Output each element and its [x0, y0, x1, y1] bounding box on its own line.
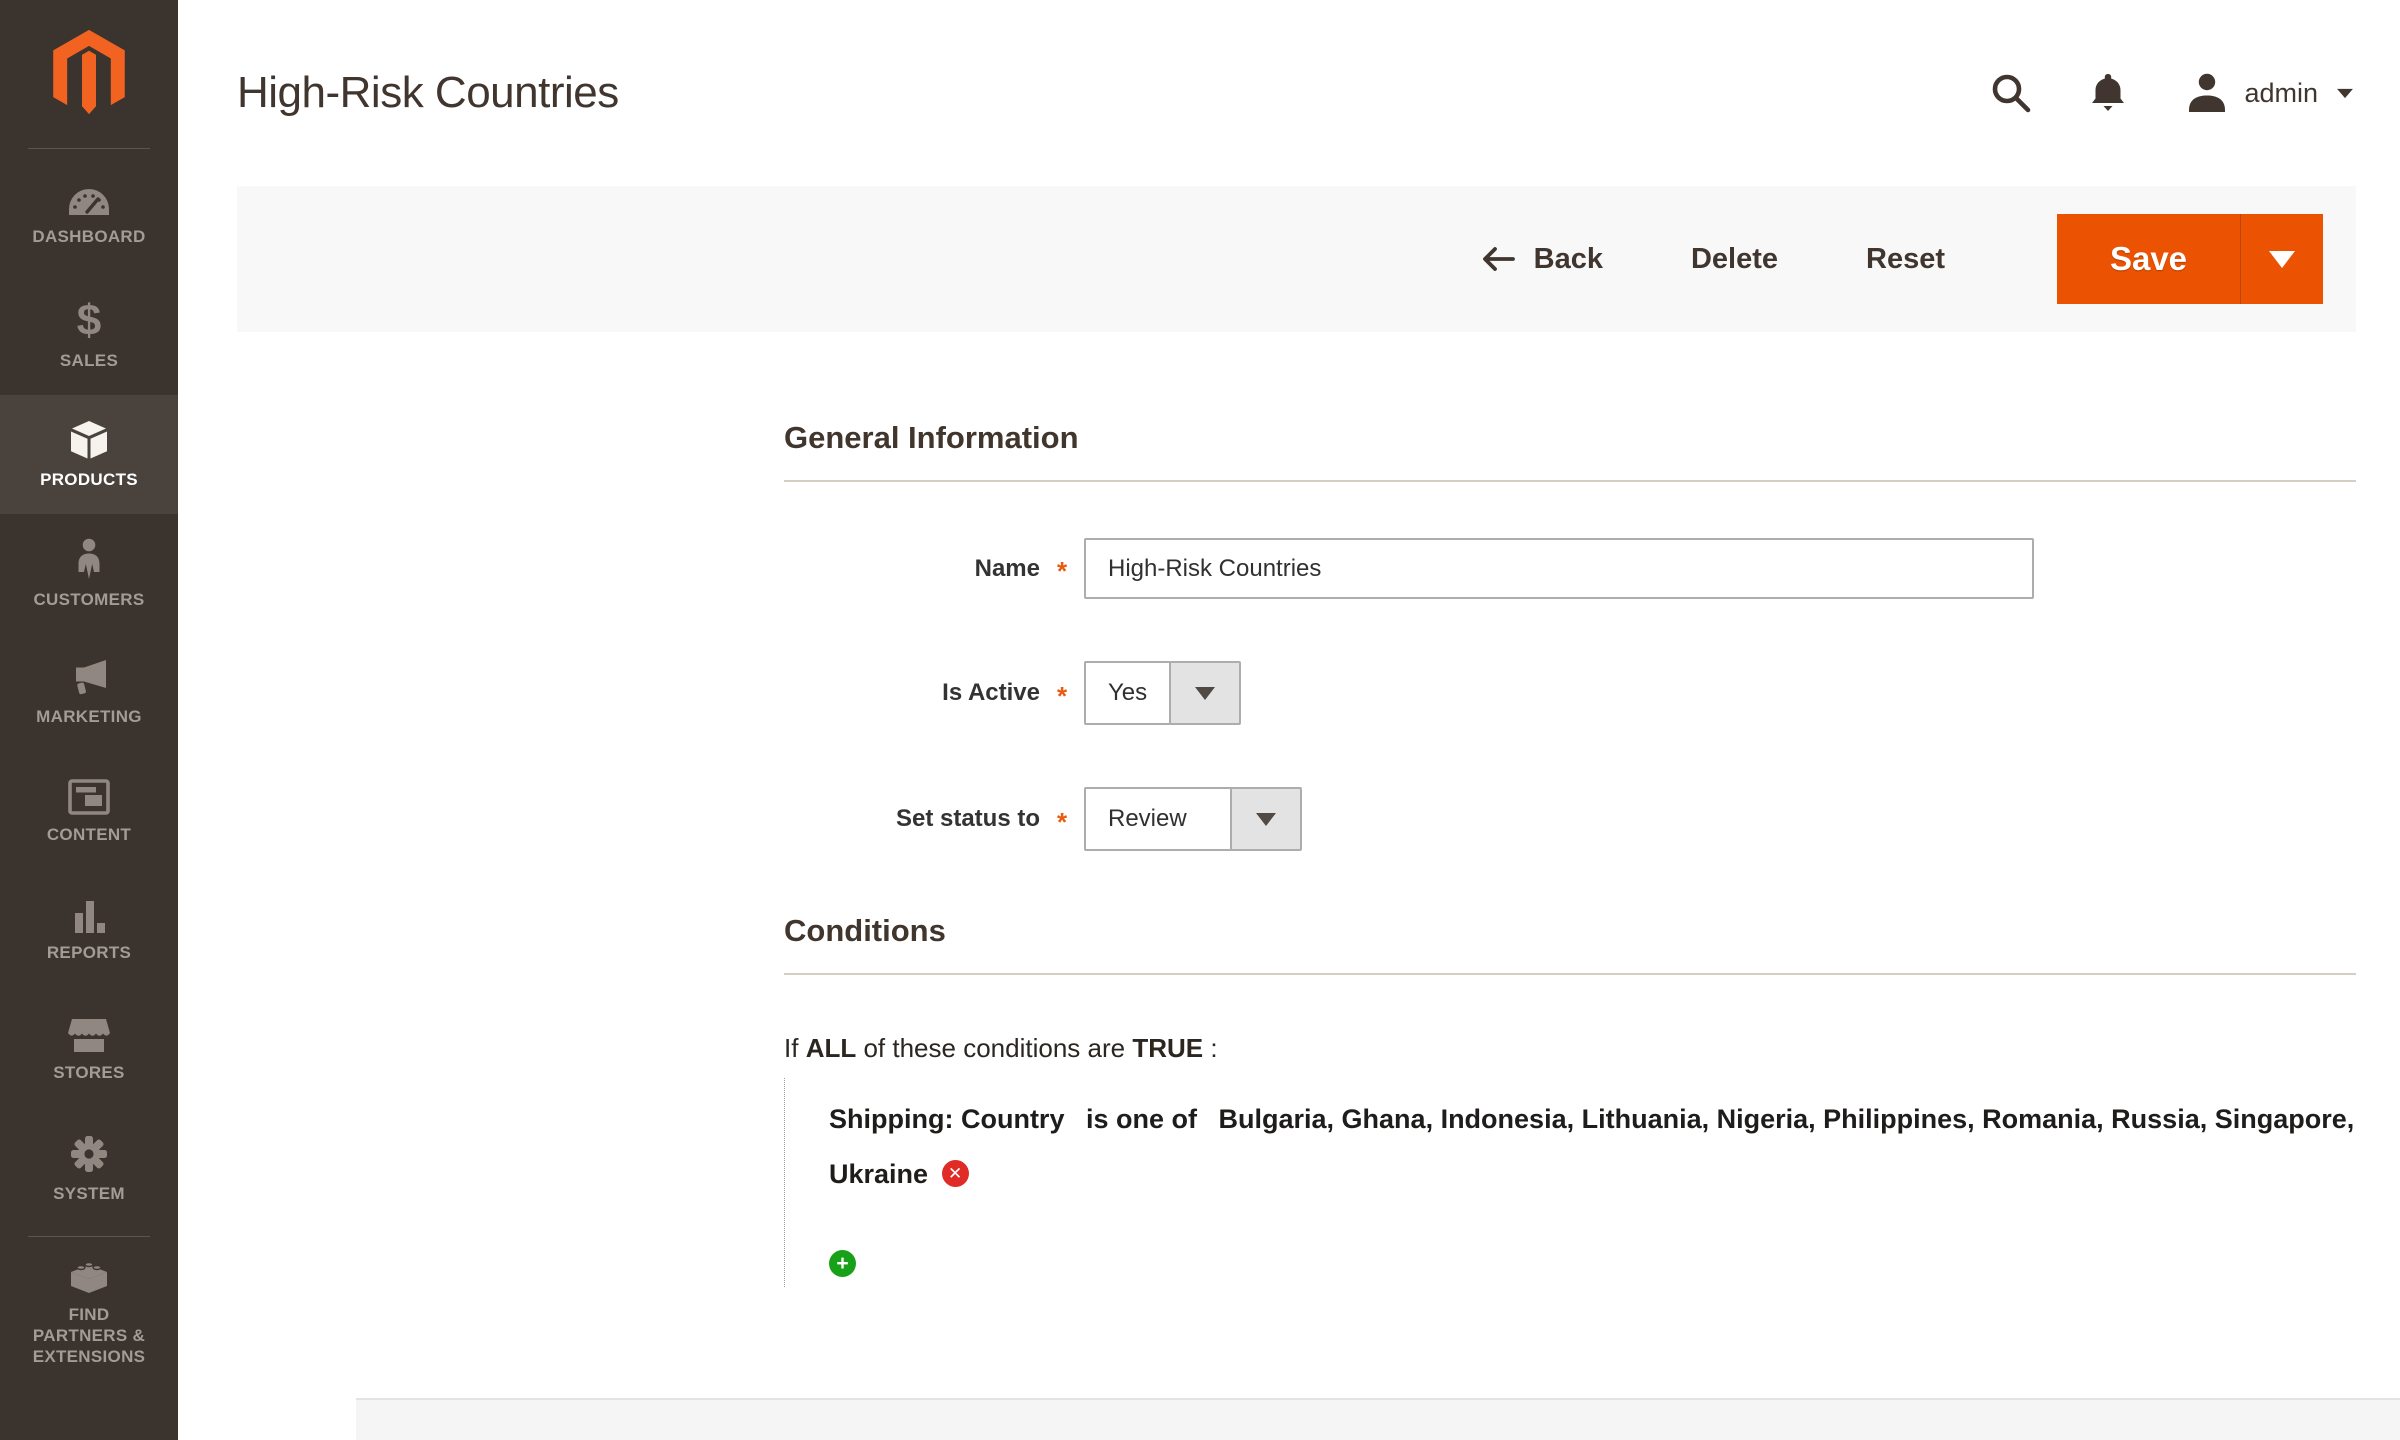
- sidebar-item-customers[interactable]: CUSTOMERS: [0, 514, 178, 633]
- sidebar-item-content[interactable]: CONTENT: [0, 752, 178, 871]
- reset-button[interactable]: Reset: [1866, 243, 1945, 276]
- magento-admin-page: DASHBOARD $ SALES PRODUCTS: [0, 0, 2400, 1440]
- aggregator-true-link[interactable]: TRUE: [1132, 1033, 1203, 1063]
- select-arrow: [1230, 789, 1300, 849]
- page-header: High-Risk Countries: [178, 0, 2400, 186]
- general-information-heading: General Information: [784, 420, 2356, 456]
- sidebar-item-label: CONTENT: [41, 824, 137, 845]
- person-icon: [72, 538, 106, 580]
- conditions-section: Conditions If ALL of these conditions ar…: [784, 913, 2356, 1287]
- conditions-heading: Conditions: [784, 913, 2356, 949]
- section-divider: [784, 480, 2356, 482]
- sidebar-item-label: PRODUCTS: [34, 469, 144, 490]
- required-asterisk: *: [1040, 801, 1084, 838]
- conditions-fieldset: Shipping: Country is one of Bulgaria, Gh…: [784, 1078, 2356, 1287]
- page-title: High-Risk Countries: [237, 68, 619, 118]
- is-active-field-row: Is Active * Yes: [784, 661, 2356, 725]
- add-condition-row: +: [829, 1250, 2356, 1277]
- condition-attribute[interactable]: Shipping: Country: [829, 1104, 1064, 1134]
- magento-logo[interactable]: [0, 0, 178, 140]
- general-information-fields: Name * Is Active * Yes Set status to *: [784, 538, 2356, 851]
- add-condition-icon[interactable]: +: [829, 1250, 856, 1277]
- back-arrow-icon: [1480, 244, 1516, 274]
- magento-logo-icon: [45, 29, 133, 125]
- is-active-label: Is Active: [784, 679, 1040, 707]
- name-input[interactable]: [1084, 538, 2034, 599]
- gear-icon: [69, 1134, 109, 1174]
- select-arrow: [1169, 663, 1239, 723]
- set-status-value: Review: [1086, 789, 1230, 849]
- required-asterisk: *: [1040, 675, 1084, 712]
- sidebar: DASHBOARD $ SALES PRODUCTS: [0, 0, 178, 1440]
- sidebar-item-label: SYSTEM: [47, 1183, 131, 1204]
- avatar-icon: [2184, 72, 2228, 114]
- sidebar-item-label: DASHBOARD: [26, 226, 151, 247]
- required-asterisk: *: [1040, 550, 1084, 587]
- set-status-select[interactable]: Review: [1084, 787, 1302, 851]
- brick-icon: [67, 1255, 111, 1295]
- conditions-aggregator-line: If ALL of these conditions are TRUE :: [784, 1033, 2356, 1064]
- set-status-field-row: Set status to * Review: [784, 787, 2356, 851]
- remove-condition-icon[interactable]: ✕: [942, 1160, 969, 1187]
- sidebar-item-label: CUSTOMERS: [27, 589, 150, 610]
- sidebar-item-reports[interactable]: REPORTS: [0, 871, 178, 990]
- is-active-value: Yes: [1086, 663, 1169, 723]
- save-options-toggle[interactable]: [2240, 214, 2323, 304]
- condition-operator[interactable]: is one of: [1086, 1104, 1197, 1134]
- dollar-icon: $: [77, 301, 101, 341]
- sidebar-item-system[interactable]: SYSTEM: [0, 1109, 178, 1228]
- search-icon[interactable]: [1990, 72, 2032, 114]
- sidebar-divider: [28, 148, 150, 149]
- dashboard-gauge-icon: [67, 187, 111, 217]
- chevron-down-icon: [1195, 687, 1215, 700]
- sidebar-item-dashboard[interactable]: DASHBOARD: [0, 157, 178, 276]
- package-box-icon: [68, 420, 110, 460]
- sidebar-item-label: REPORTS: [41, 942, 137, 963]
- bar-chart-icon: [70, 899, 108, 933]
- save-button[interactable]: Save: [2057, 214, 2240, 304]
- form-content: General Information Name * Is Active * Y…: [178, 332, 2400, 1287]
- main-area: High-Risk Countries: [178, 0, 2400, 1440]
- sidebar-divider: [28, 1236, 150, 1237]
- chevron-down-icon: [1256, 813, 1276, 826]
- sidebar-item-label: SALES: [54, 350, 124, 371]
- chevron-down-icon: [2269, 251, 2295, 268]
- sidebar-item-label: MARKETING: [30, 706, 148, 727]
- section-divider: [784, 973, 2356, 975]
- notification-bell-icon[interactable]: [2088, 72, 2128, 114]
- aggregator-all-link[interactable]: ALL: [806, 1033, 857, 1063]
- sidebar-item-marketing[interactable]: MARKETING: [0, 633, 178, 752]
- sidebar-item-stores[interactable]: STORES: [0, 990, 178, 1109]
- header-actions: admin: [1990, 72, 2356, 114]
- is-active-select[interactable]: Yes: [1084, 661, 1241, 725]
- sidebar-item-products[interactable]: PRODUCTS: [0, 395, 178, 514]
- back-button[interactable]: Back: [1480, 243, 1603, 276]
- set-status-label: Set status to: [784, 805, 1040, 833]
- sidebar-item-label: FIND PARTNERS & EXTENSIONS: [14, 1304, 164, 1367]
- sidebar-item-find-partners[interactable]: FIND PARTNERS & EXTENSIONS: [0, 1245, 178, 1377]
- admin-menu[interactable]: admin: [2184, 72, 2356, 114]
- storefront-icon: [67, 1017, 111, 1053]
- name-label: Name: [784, 555, 1040, 583]
- admin-username: admin: [2244, 78, 2318, 109]
- save-split-button: Save: [2057, 214, 2323, 304]
- sidebar-item-sales[interactable]: $ SALES: [0, 276, 178, 395]
- condition-rule-row: Shipping: Country is one of Bulgaria, Gh…: [829, 1092, 2356, 1202]
- sidebar-item-label: STORES: [47, 1062, 130, 1083]
- delete-button[interactable]: Delete: [1691, 243, 1778, 276]
- page-footer: [356, 1398, 2400, 1440]
- action-toolbar: Back Delete Reset Save: [237, 186, 2356, 332]
- chevron-down-icon: [2337, 88, 2353, 97]
- name-field-row: Name *: [784, 538, 2356, 599]
- layout-icon: [68, 779, 110, 815]
- megaphone-icon: [68, 659, 110, 697]
